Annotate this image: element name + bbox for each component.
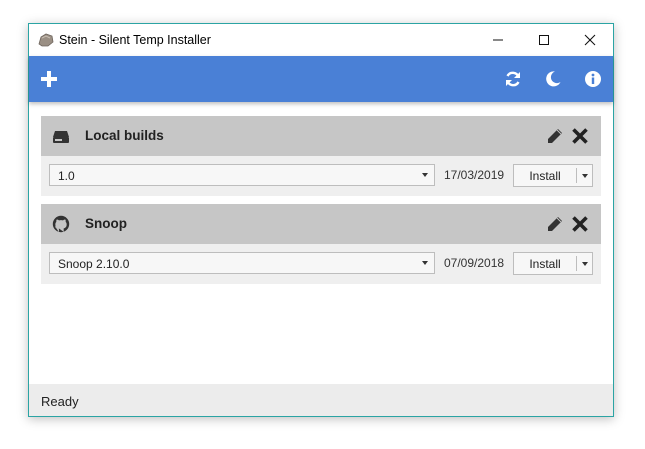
toolbar bbox=[29, 56, 613, 102]
source-name: Local builds bbox=[85, 128, 164, 143]
remove-source-button[interactable] bbox=[570, 126, 590, 146]
minimize-button[interactable] bbox=[475, 24, 521, 56]
pencil-icon bbox=[548, 129, 562, 143]
minimize-icon bbox=[493, 39, 503, 41]
install-button[interactable]: Install bbox=[514, 169, 576, 183]
install-options-dropdown-icon[interactable] bbox=[582, 174, 588, 178]
close-icon bbox=[572, 128, 588, 144]
split-divider bbox=[576, 256, 577, 271]
version-date: 17/03/2019 bbox=[444, 168, 505, 182]
source-card: Snoop Snoop 2.10.0 07/09/2018 Install bbox=[41, 204, 601, 284]
chevron-down-icon bbox=[422, 173, 428, 177]
split-divider bbox=[576, 168, 577, 183]
github-icon bbox=[52, 215, 70, 233]
version-select-value: Snoop 2.10.0 bbox=[58, 257, 130, 271]
close-icon bbox=[572, 216, 588, 232]
title-bar: Stein - Silent Temp Installer bbox=[29, 24, 613, 56]
version-date: 07/09/2018 bbox=[444, 256, 505, 270]
version-select-value: 1.0 bbox=[58, 169, 75, 183]
install-options-dropdown-icon[interactable] bbox=[582, 262, 588, 266]
version-select[interactable]: 1.0 bbox=[49, 164, 435, 186]
info-icon bbox=[585, 71, 601, 87]
drive-icon bbox=[53, 131, 69, 143]
install-split-button: Install bbox=[513, 252, 593, 275]
chevron-down-icon bbox=[422, 261, 428, 265]
close-icon bbox=[584, 34, 596, 46]
info-button[interactable] bbox=[582, 68, 604, 90]
version-select[interactable]: Snoop 2.10.0 bbox=[49, 252, 435, 274]
rock-app-icon bbox=[38, 33, 54, 47]
app-window: Stein - Silent Temp Installer Local buil… bbox=[28, 23, 614, 417]
moon-icon bbox=[546, 71, 561, 87]
refresh-icon bbox=[506, 71, 520, 87]
source-list: Local builds 1.0 17/03/2019 Install Snoo… bbox=[29, 102, 613, 384]
source-card-header: Snoop bbox=[41, 204, 601, 244]
status-bar: Ready bbox=[29, 384, 613, 416]
edit-source-button[interactable] bbox=[545, 214, 565, 234]
install-button[interactable]: Install bbox=[514, 257, 576, 271]
refresh-button[interactable] bbox=[502, 68, 524, 90]
plus-icon bbox=[41, 71, 57, 87]
status-text: Ready bbox=[41, 394, 79, 409]
add-source-button[interactable] bbox=[38, 68, 60, 90]
theme-toggle-button[interactable] bbox=[542, 68, 564, 90]
source-card-header: Local builds bbox=[41, 116, 601, 156]
edit-source-button[interactable] bbox=[545, 126, 565, 146]
pencil-icon bbox=[548, 217, 562, 231]
close-button[interactable] bbox=[567, 24, 613, 56]
source-card: Local builds 1.0 17/03/2019 Install bbox=[41, 116, 601, 196]
remove-source-button[interactable] bbox=[570, 214, 590, 234]
window-title: Stein - Silent Temp Installer bbox=[59, 33, 211, 47]
install-split-button: Install bbox=[513, 164, 593, 187]
maximize-button[interactable] bbox=[521, 24, 567, 56]
source-name: Snoop bbox=[85, 216, 127, 231]
maximize-icon bbox=[539, 35, 549, 45]
